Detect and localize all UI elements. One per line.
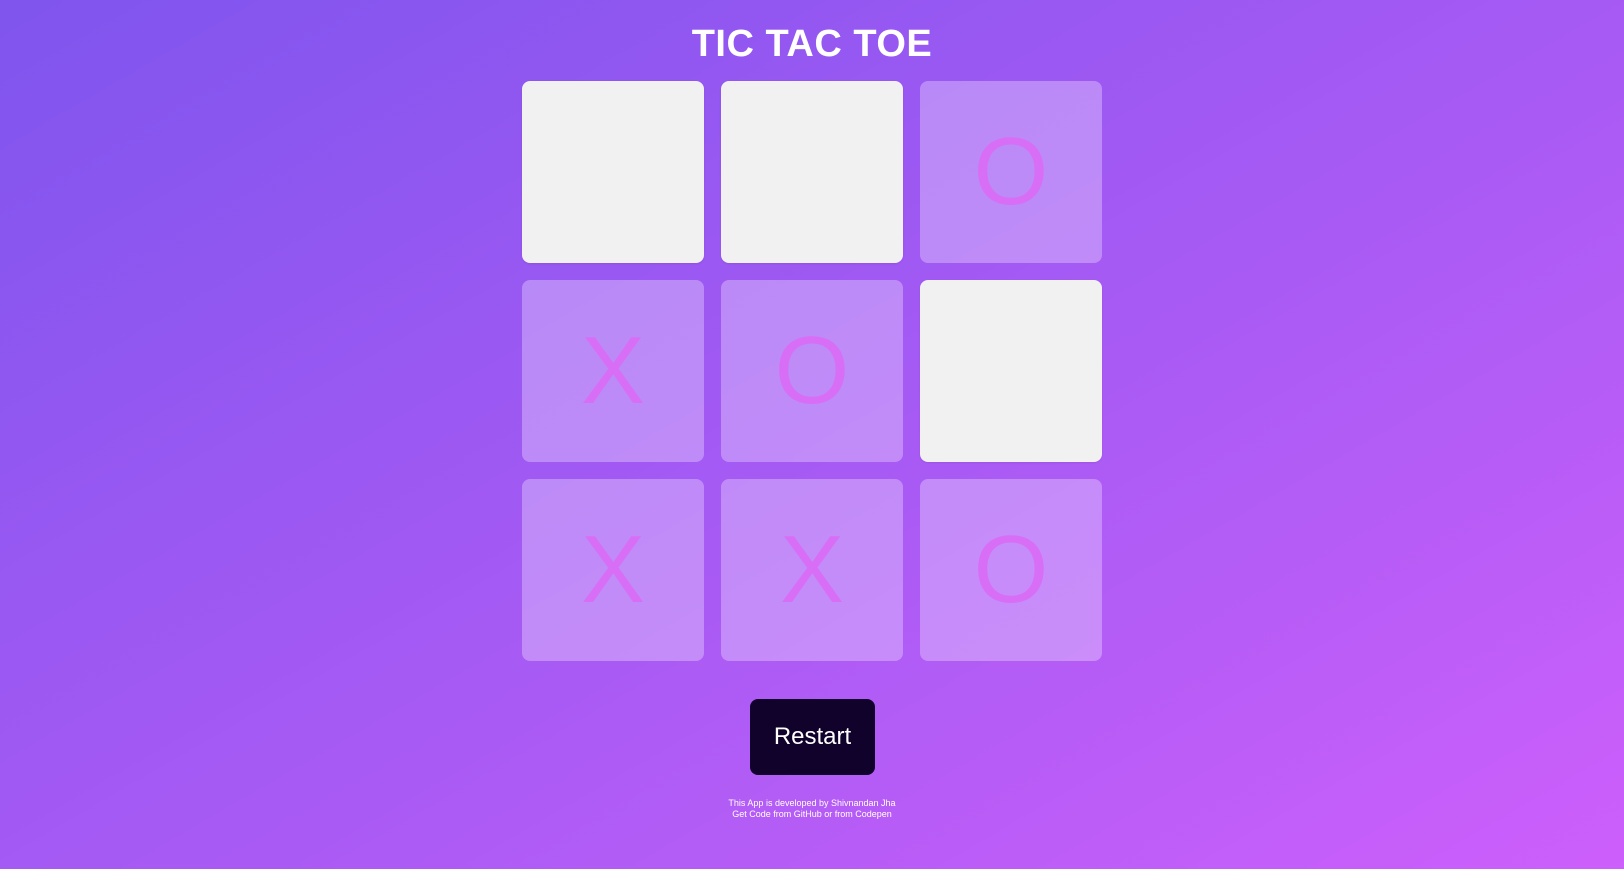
restart-button[interactable]: Restart (750, 699, 875, 775)
board-cell-9[interactable]: O (920, 479, 1102, 661)
board-cell-3[interactable]: O (920, 81, 1102, 263)
board-cell-7[interactable]: X (522, 479, 704, 661)
board-cell-1[interactable] (522, 81, 704, 263)
developer-link[interactable]: Shivnandan Jha (831, 798, 896, 808)
footer-code-prefix: Get Code from (732, 809, 794, 819)
board-cell-5[interactable]: O (721, 280, 903, 462)
game-board: O X O X X O (522, 81, 1102, 663)
footer-credit-line: This App is developed by Shivnandan Jha (0, 798, 1624, 809)
footer-code-middle: or from (821, 809, 856, 819)
board-cell-2[interactable] (721, 81, 903, 263)
board-cell-8[interactable]: X (721, 479, 903, 661)
board-cell-4[interactable]: X (522, 280, 704, 462)
codepen-link[interactable]: Codepen (855, 809, 892, 819)
footer: This App is developed by Shivnandan Jha … (0, 798, 1624, 820)
game-title: TIC TAC TOE (691, 23, 933, 65)
github-link[interactable]: GitHub (794, 809, 822, 819)
footer-code-line: Get Code from GitHub or from Codepen (0, 809, 1624, 820)
footer-developer-prefix: This App is developed by (728, 798, 831, 808)
board-cell-6[interactable] (920, 280, 1102, 462)
